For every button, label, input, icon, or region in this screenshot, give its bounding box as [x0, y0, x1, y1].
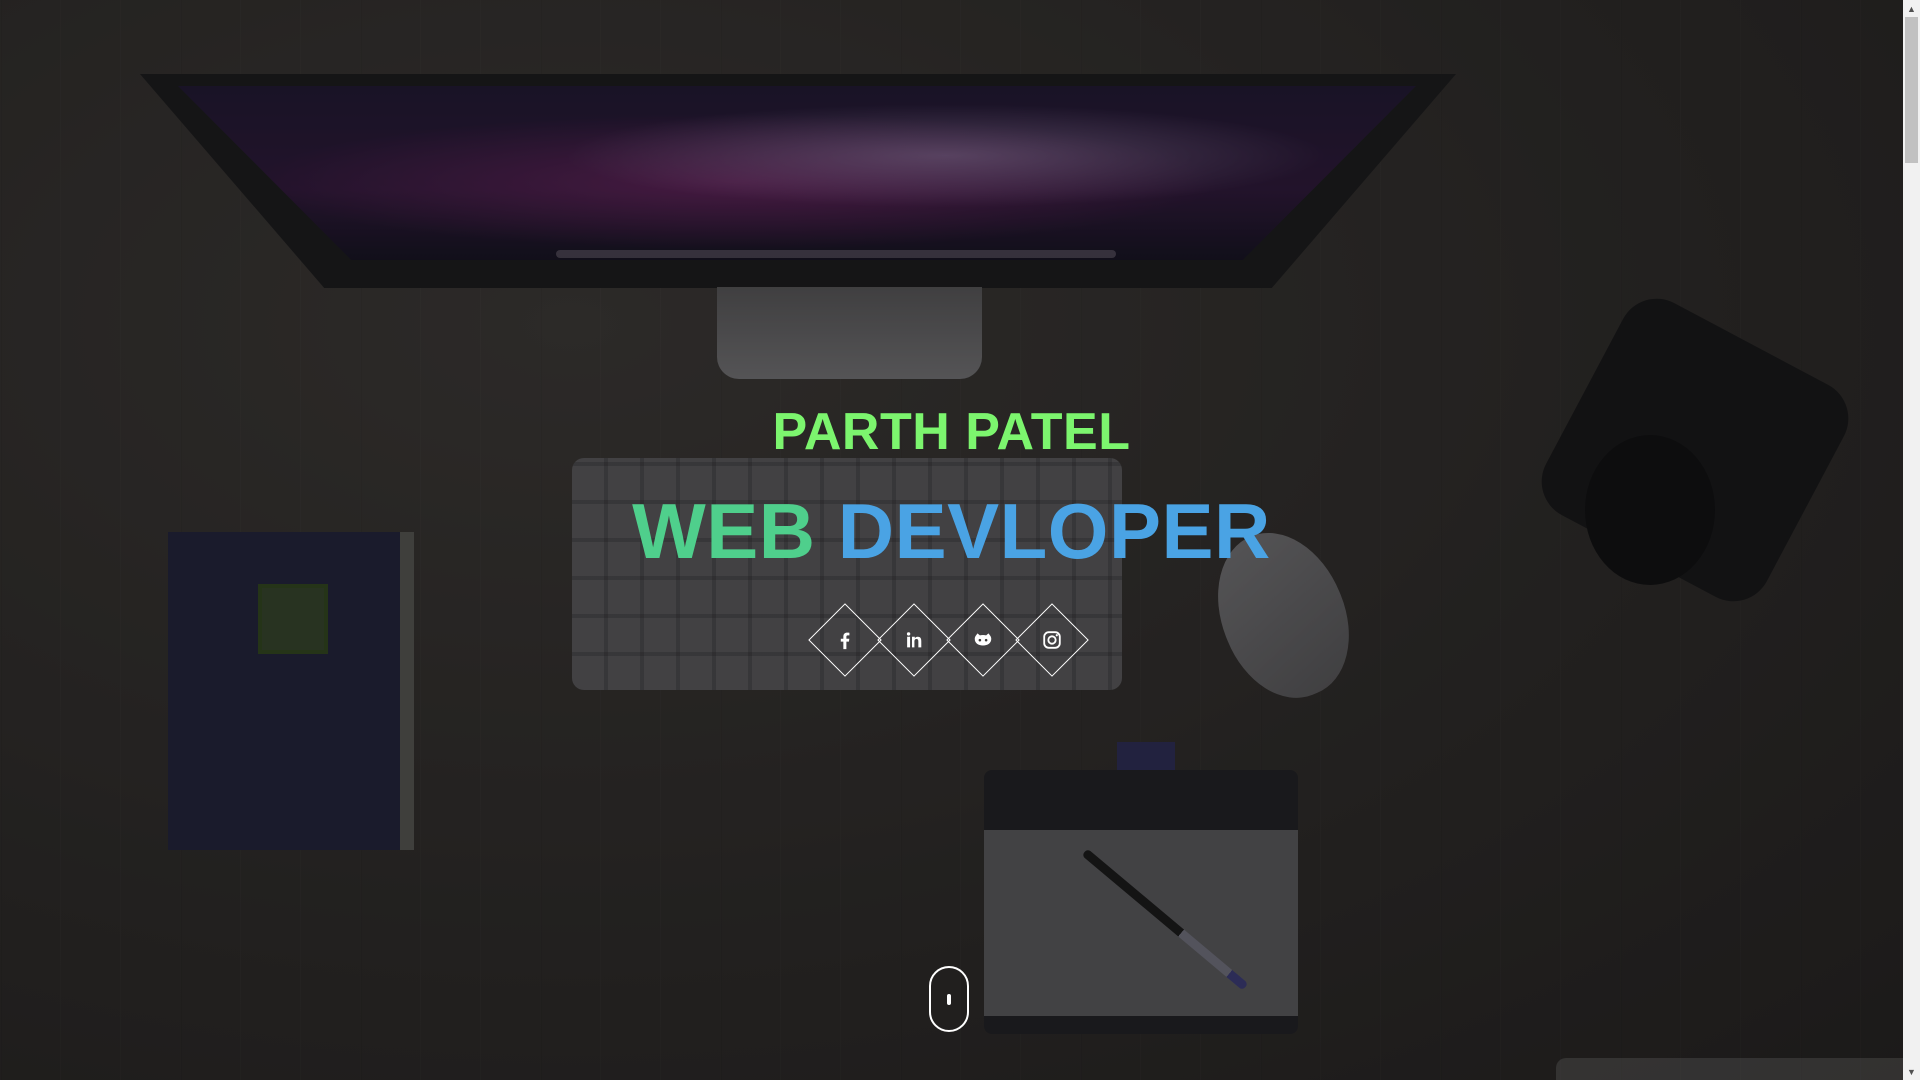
scroll-down-arrow[interactable]: ▼ [1903, 1063, 1920, 1080]
hero-name: PARTH PATEL [772, 403, 1131, 461]
scrollbar-thumb[interactable] [1905, 17, 1918, 163]
hero-title-word-2: DEVLOPER [837, 487, 1271, 575]
linkedin-icon [889, 615, 939, 665]
mouse-scroll-icon [947, 994, 951, 1005]
scroll-up-arrow[interactable]: ▲ [1903, 0, 1920, 17]
facebook-icon [820, 615, 870, 665]
hero-section: PARTH PATEL WEB DEVLOPER [0, 0, 1903, 1080]
hero-title-word-1: WEB [632, 487, 816, 575]
scroll-down-indicator[interactable] [929, 966, 969, 1032]
instagram-icon [1027, 615, 1077, 665]
github-icon [958, 615, 1008, 665]
bottom-right-strip [1556, 1058, 1903, 1080]
hero-title: WEB DEVLOPER [0, 486, 1903, 577]
vertical-scrollbar[interactable]: ▲ ▼ [1903, 0, 1920, 1080]
